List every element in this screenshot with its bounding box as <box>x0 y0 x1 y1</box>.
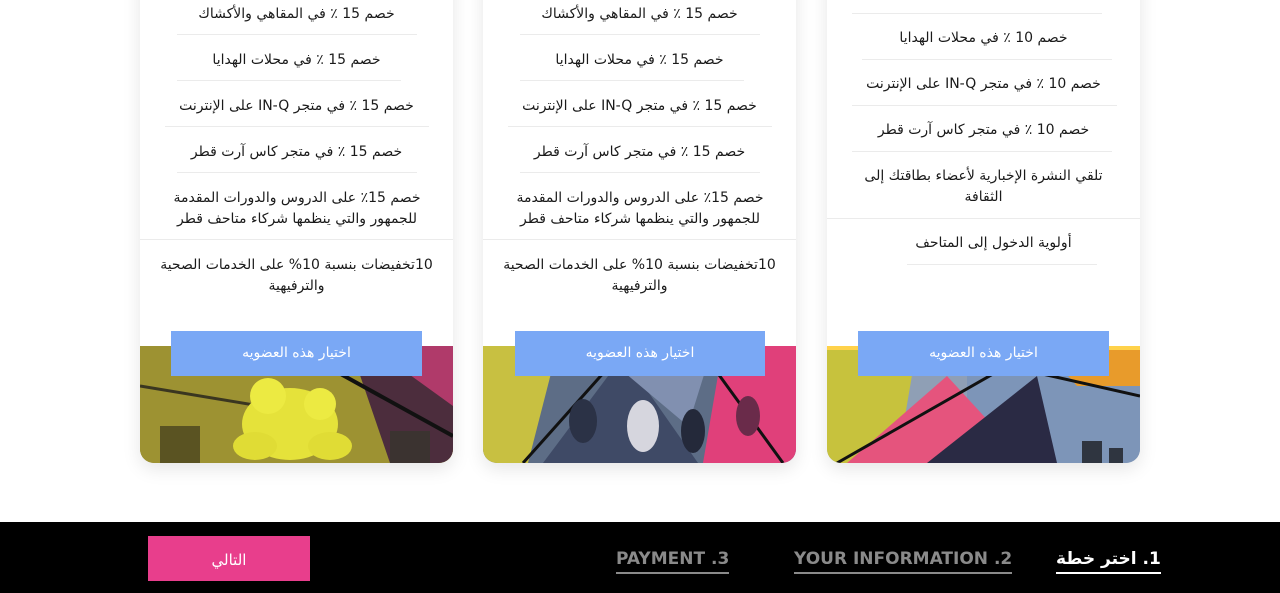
feature-divider <box>177 80 401 81</box>
plan-feature: خصم 15 ٪ في متجر IN-Q على الإنترنت <box>179 98 414 114</box>
plan-feature: خصم 10 ٪ في متجر IN-Q على الإنترنت <box>866 76 1101 92</box>
plan-feature: خصم 15٪ على الدروس والدورات المقدمة للجم… <box>516 190 764 227</box>
feature-divider <box>520 34 760 35</box>
feature-divider <box>907 264 1097 265</box>
plan-feature: خصم 10 ٪ في متجر كاس آرت قطر <box>877 122 1090 138</box>
plan-feature: 10تخفيضات بنسبة 10% على الخدمات الصحية و… <box>503 257 776 294</box>
step-your-information[interactable]: YOUR INFORMATION .2 <box>794 548 1013 574</box>
feature-divider <box>520 80 744 81</box>
feature-divider <box>852 105 1117 106</box>
feature-divider <box>177 172 417 173</box>
plan-card-standard: خصم 15 ٪ في المقاهي والأكشاك خصم 15 ٪ في… <box>483 0 796 463</box>
plan-feature: 10تخفيضات بنسبة 10% على الخدمات الصحية و… <box>160 257 433 294</box>
plan-feature: خصم 15 ٪ في متجر IN-Q على الإنترنت <box>522 98 757 114</box>
feature-divider <box>140 239 453 240</box>
feature-divider <box>852 151 1112 152</box>
choose-membership-button[interactable]: اختيار هذه العضويه <box>515 331 765 376</box>
feature-divider <box>508 126 772 127</box>
plan-feature: خصم 10 ٪ في محلات الهدايا <box>899 30 1068 46</box>
plan-feature: خصم 15 ٪ في محلات الهدايا <box>555 52 724 68</box>
plan-feature: خصم 15 ٪ في متجر كاس آرت قطر <box>190 144 403 160</box>
step-payment[interactable]: PAYMENT .3 <box>616 548 730 574</box>
feature-divider <box>177 34 417 35</box>
feature-divider <box>165 126 429 127</box>
checkout-footer: التالي PAYMENT .3 YOUR INFORMATION .2 1.… <box>0 522 1280 593</box>
next-button[interactable]: التالي <box>148 536 310 581</box>
feature-divider <box>862 59 1112 60</box>
choose-membership-button[interactable]: اختيار هذه العضويه <box>171 331 422 376</box>
plan-feature: خصم 15 ٪ في المقاهي والأكشاك <box>541 6 738 22</box>
plan-feature: خصم 15 ٪ في المقاهي والأكشاك <box>198 6 395 22</box>
plan-feature: أولوية الدخول إلى المتاحف <box>915 235 1072 251</box>
plan-feature: تلقي النشرة الإخبارية لأعضاء بطاقتك إلى … <box>864 168 1103 205</box>
step-choose-plan[interactable]: 1. اختر خطة <box>1056 548 1161 574</box>
plan-feature: خصم 15 ٪ في محلات الهدايا <box>212 52 381 68</box>
feature-divider <box>827 218 1140 219</box>
feature-divider <box>483 239 796 240</box>
feature-divider <box>852 13 1102 14</box>
choose-membership-button[interactable]: اختيار هذه العضويه <box>858 331 1109 376</box>
feature-divider <box>520 172 760 173</box>
plan-feature: خصم 15 ٪ في متجر كاس آرت قطر <box>533 144 746 160</box>
plan-card-premium: خصم 15 ٪ في المقاهي والأكشاك خصم 15 ٪ في… <box>140 0 453 463</box>
plan-card-basic: خصم 10 ٪ في محلات الهدايا خصم 10 ٪ في مت… <box>827 0 1140 463</box>
plan-feature: خصم 15٪ على الدروس والدورات المقدمة للجم… <box>173 190 421 227</box>
